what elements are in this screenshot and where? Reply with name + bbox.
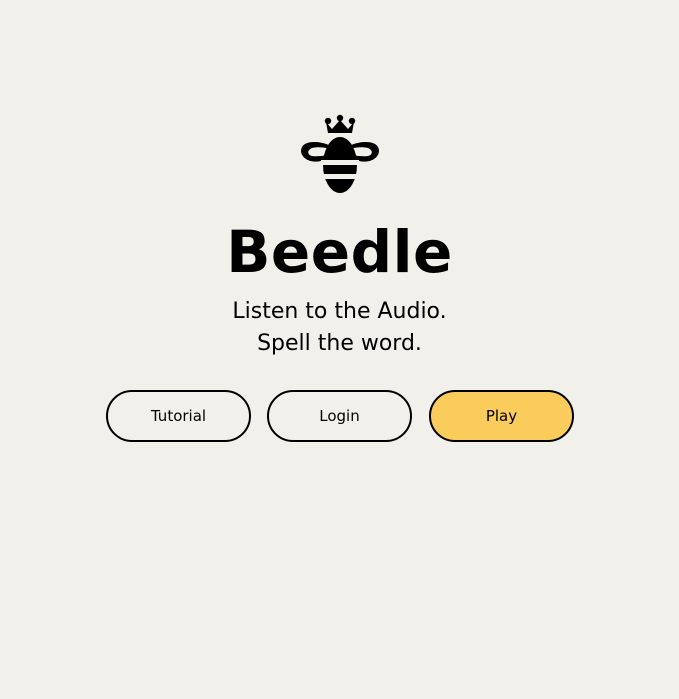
tutorial-button[interactable]: Tutorial	[106, 390, 251, 442]
landing-screen: Beedle Listen to the Audio. Spell the wo…	[0, 0, 679, 699]
tagline-line-2: Spell the word.	[257, 331, 422, 356]
action-buttons: Tutorial Login Play	[106, 390, 574, 442]
bee-logo-icon	[297, 113, 383, 195]
app-title: Beedle	[226, 218, 453, 286]
tagline: Listen to the Audio. Spell the word.	[0, 296, 679, 360]
login-button[interactable]: Login	[267, 390, 412, 442]
play-button[interactable]: Play	[429, 390, 574, 442]
tagline-line-1: Listen to the Audio.	[232, 299, 447, 324]
